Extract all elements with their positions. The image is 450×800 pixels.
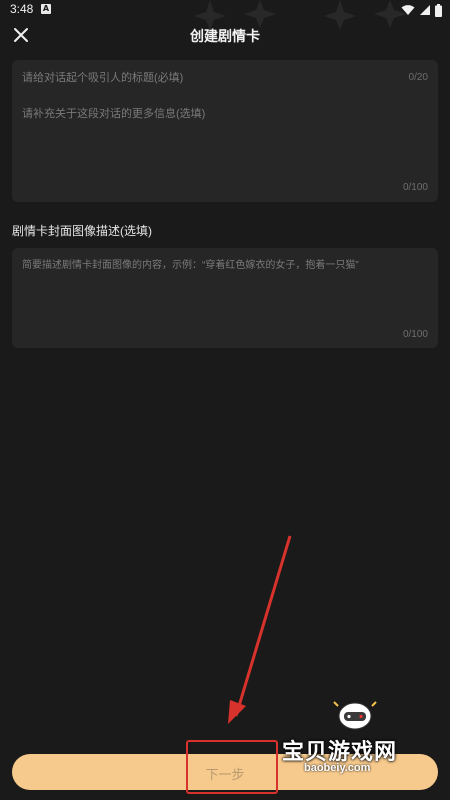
app-header: 创建剧情卡 bbox=[0, 22, 450, 48]
cover-description-textarea[interactable]: 简要描述剧情卡封面图像的内容，示例：“穿着红色嫁衣的女子，抱着一只猫” bbox=[22, 256, 428, 271]
story-input-card: 请给对话起个吸引人的标题(必填) 0/20 请补充关于这段对话的更多信息(选填)… bbox=[12, 60, 438, 202]
cover-section-label: 剧情卡封面图像描述(选填) bbox=[12, 224, 152, 238]
cover-description-card: 简要描述剧情卡封面图像的内容，示例：“穿着红色嫁衣的女子，抱着一只猫” 0/10… bbox=[12, 248, 438, 348]
gamepad-mascot-icon bbox=[333, 701, 377, 730]
notification-a-icon: A bbox=[41, 4, 51, 14]
annotation-highlight-box bbox=[186, 740, 278, 794]
watermark: 宝贝游戏网 baobeiy.com bbox=[282, 700, 447, 780]
status-time: 3:48 bbox=[10, 2, 34, 16]
title-input[interactable]: 请给对话起个吸引人的标题(必填) bbox=[22, 69, 382, 85]
title-counter: 0/20 bbox=[408, 72, 428, 83]
page-title: 创建剧情卡 bbox=[190, 28, 260, 44]
battery-icon bbox=[435, 3, 442, 17]
info-textarea[interactable]: 请补充关于这段对话的更多信息(选填) bbox=[22, 105, 422, 175]
info-counter: 0/100 bbox=[402, 182, 428, 193]
cover-counter: 0/100 bbox=[402, 329, 428, 340]
watermark-url: baobeiy.com bbox=[304, 762, 371, 774]
